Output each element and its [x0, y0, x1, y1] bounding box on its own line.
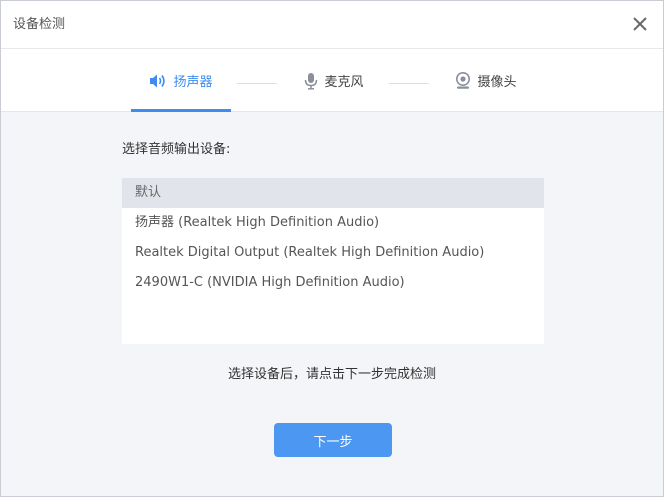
tab-bar: 扬声器 麦克风 摄像头 [1, 49, 663, 112]
tab-speaker-label: 扬声器 [173, 75, 213, 90]
tab-camera-label: 摄像头 [477, 75, 517, 90]
tab-camera[interactable]: 摄像头 [441, 49, 531, 112]
close-button[interactable] [631, 15, 649, 33]
list-item[interactable]: 默认 [122, 178, 544, 208]
tab-separator [389, 83, 429, 84]
active-tab-indicator [131, 109, 231, 112]
speaker-icon [149, 73, 167, 89]
list-item[interactable]: Realtek Digital Output (Realtek High Def… [122, 238, 544, 268]
device-list[interactable]: 默认 扬声器 (Realtek High Definition Audio) R… [122, 178, 544, 344]
tab-microphone-label: 麦克风 [324, 75, 364, 90]
tab-separator [237, 83, 277, 84]
hint-text: 选择设备后，请点击下一步完成检测 [227, 367, 436, 382]
device-check-dialog: 设备检测 扬声器 麦克风 摄像头 选择音频输出设备: 默认 扬声器 (Realt… [0, 0, 664, 497]
list-item[interactable]: 扬声器 (Realtek High Definition Audio) [122, 208, 544, 238]
title-bar: 设备检测 [1, 1, 663, 49]
microphone-icon [304, 72, 318, 90]
window-title: 设备检测 [13, 17, 66, 32]
close-icon [633, 17, 647, 31]
next-step-button[interactable]: 下一步 [274, 423, 392, 457]
select-device-label: 选择音频输出设备: [122, 142, 231, 157]
camera-icon [455, 71, 471, 90]
list-item[interactable]: 2490W1-C (NVIDIA High Definition Audio) [122, 268, 544, 298]
tab-speaker[interactable]: 扬声器 [131, 49, 231, 112]
tab-microphone[interactable]: 麦克风 [291, 49, 377, 112]
